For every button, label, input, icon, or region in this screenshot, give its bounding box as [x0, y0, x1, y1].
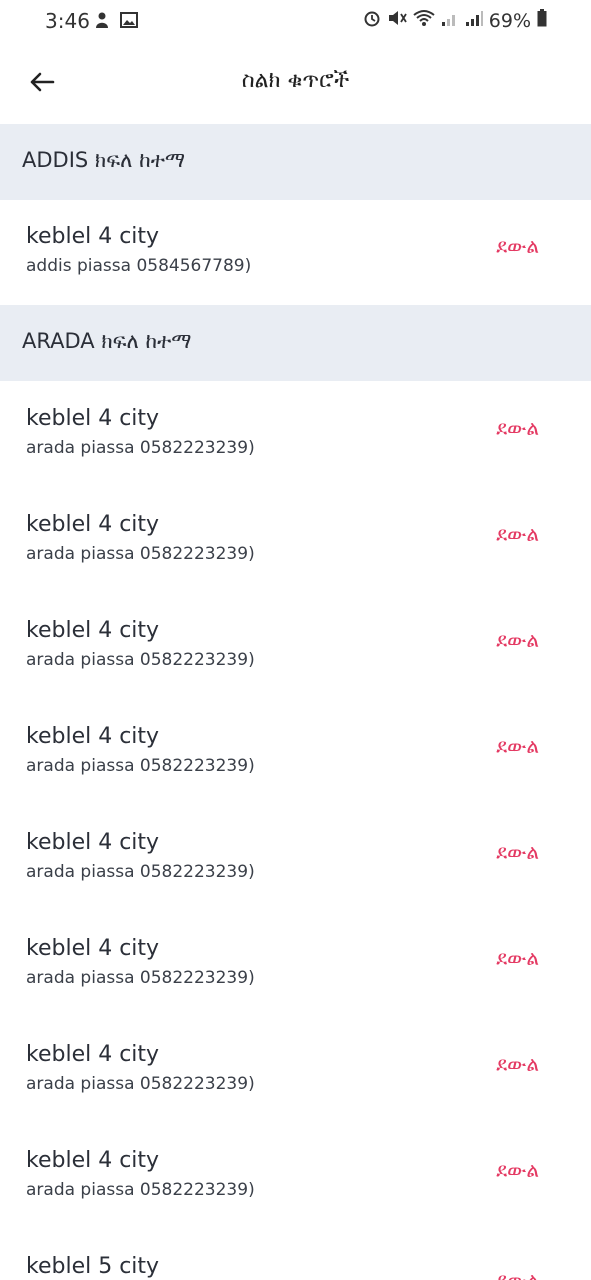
signal-icon-1: [441, 9, 459, 32]
call-button[interactable]: ደውል: [496, 234, 539, 258]
list-item[interactable]: keblel 4 city arada piassa 0582223239) ደ…: [0, 488, 591, 594]
list-item[interactable]: keblel 4 city arada piassa 0582223239) ደ…: [0, 700, 591, 806]
list-item[interactable]: keblel 4 city arada piassa 0582223239) ደ…: [0, 912, 591, 1018]
call-button[interactable]: ደውል: [496, 734, 539, 758]
section-title: ADDIS ክፍለ ከተማ: [22, 148, 186, 172]
item-title: keblel 4 city: [26, 618, 160, 643]
wifi-icon: [413, 9, 435, 32]
list-item[interactable]: keblel 4 city arada piassa 0582223239) ደ…: [0, 382, 591, 488]
item-title: keblel 4 city: [26, 406, 160, 431]
alarm-icon: [363, 9, 381, 32]
status-left-icons: [94, 11, 138, 33]
app-bar: ስልክ ቁጥሮች: [0, 44, 591, 124]
page-title: ስልክ ቁጥሮች: [241, 68, 350, 93]
item-title: keblel 5 city: [26, 1254, 160, 1279]
item-subtitle: arada piassa 0582223239): [26, 438, 255, 458]
image-icon: [120, 12, 138, 32]
item-subtitle: arada piassa 0582223239): [26, 650, 255, 670]
status-time: 3:46: [45, 9, 90, 33]
list-item[interactable]: keblel 4 city addis piassa 0584567789) ደ…: [0, 200, 591, 306]
call-button[interactable]: ደውል: [496, 416, 539, 440]
section-header-addis: ADDIS ክፍለ ከተማ: [0, 124, 591, 200]
item-title: keblel 4 city: [26, 512, 160, 537]
mute-icon: [387, 9, 407, 32]
battery-icon: [537, 9, 547, 32]
item-title: keblel 4 city: [26, 936, 160, 961]
call-button[interactable]: ደውል: [496, 522, 539, 546]
item-title: keblel 4 city: [26, 1148, 160, 1173]
list-item[interactable]: keblel 4 city arada piassa 0582223239) ደ…: [0, 1124, 591, 1230]
signal-icon-2: [465, 9, 483, 32]
status-right: 69%: [363, 9, 547, 32]
battery-percent: 69%: [488, 9, 531, 32]
section-header-arada: ARADA ክፍለ ከተማ: [0, 305, 591, 381]
list-item[interactable]: keblel 5 city ደውል: [0, 1230, 591, 1280]
section-title: ARADA ክፍለ ከተማ: [22, 329, 192, 353]
item-title: keblel 4 city: [26, 1042, 160, 1067]
status-bar: 3:46 69%: [0, 0, 591, 44]
list-item[interactable]: keblel 4 city arada piassa 0582223239) ደ…: [0, 1018, 591, 1124]
notification-icon: [94, 11, 110, 33]
item-subtitle: arada piassa 0582223239): [26, 862, 255, 882]
call-button[interactable]: ደውል: [496, 1268, 539, 1280]
item-title: keblel 4 city: [26, 224, 160, 249]
item-subtitle: arada piassa 0582223239): [26, 1180, 255, 1200]
item-title: keblel 4 city: [26, 830, 160, 855]
item-subtitle: arada piassa 0582223239): [26, 968, 255, 988]
list-item[interactable]: keblel 4 city arada piassa 0582223239) ደ…: [0, 806, 591, 912]
item-subtitle: arada piassa 0582223239): [26, 544, 255, 564]
call-button[interactable]: ደውል: [496, 946, 539, 970]
item-subtitle: arada piassa 0582223239): [26, 756, 255, 776]
call-button[interactable]: ደውል: [496, 840, 539, 864]
call-button[interactable]: ደውል: [496, 1052, 539, 1076]
item-subtitle: addis piassa 0584567789): [26, 256, 252, 276]
call-button[interactable]: ደውል: [496, 628, 539, 652]
list-item[interactable]: keblel 4 city arada piassa 0582223239) ደ…: [0, 594, 591, 700]
item-title: keblel 4 city: [26, 724, 160, 749]
item-subtitle: arada piassa 0582223239): [26, 1074, 255, 1094]
call-button[interactable]: ደውል: [496, 1158, 539, 1182]
